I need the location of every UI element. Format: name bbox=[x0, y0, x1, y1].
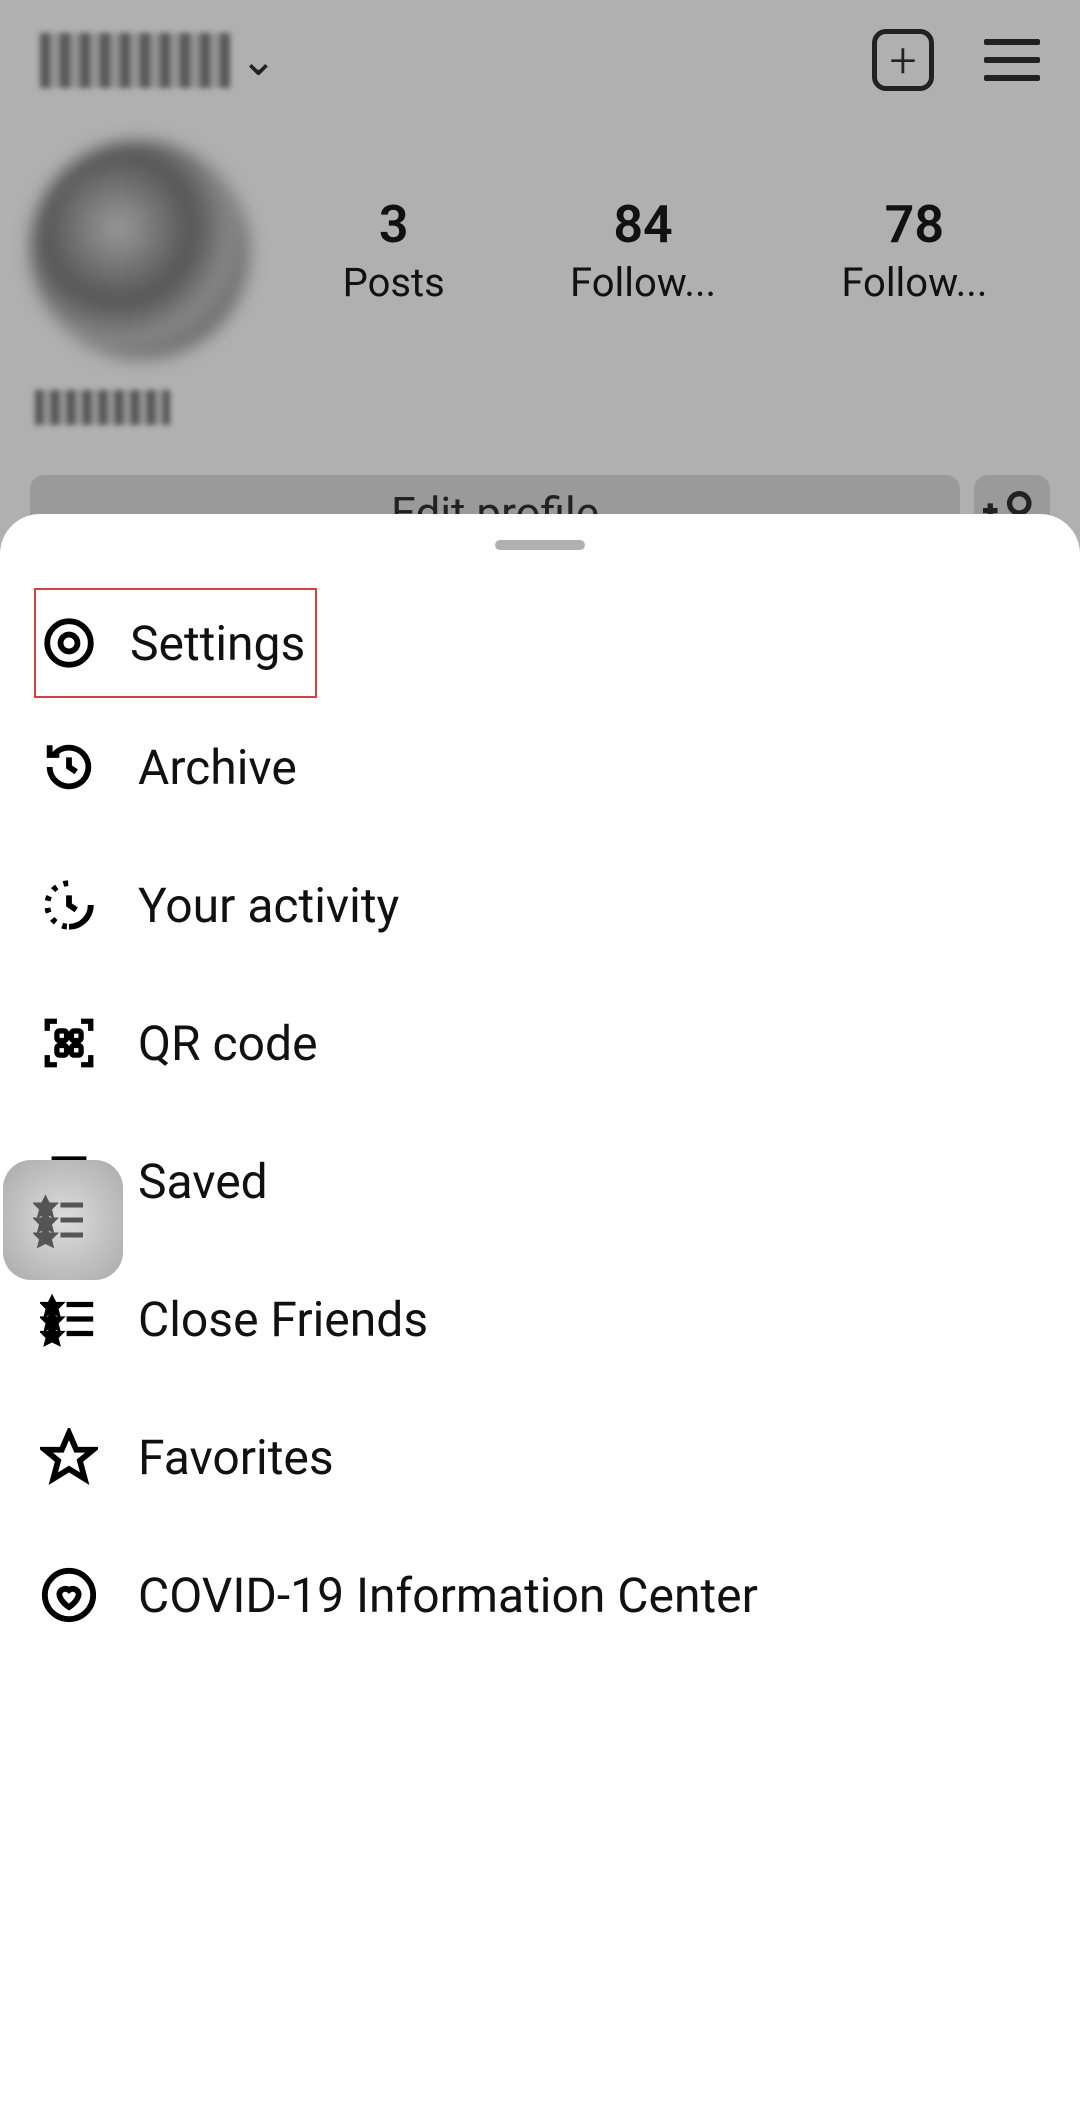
profile-header: ⌄ + bbox=[0, 0, 1080, 120]
overlay-widget[interactable] bbox=[3, 1160, 123, 1280]
stat-number: 3 bbox=[343, 194, 445, 255]
menu-item-archive[interactable]: Archive bbox=[0, 698, 1080, 836]
create-button[interactable]: + bbox=[872, 29, 934, 91]
menu-list: Settings Archive Your activity bbox=[0, 570, 1080, 1664]
menu-item-your-activity[interactable]: Your activity bbox=[0, 836, 1080, 974]
menu-label: Favorites bbox=[138, 1429, 334, 1486]
menu-item-settings[interactable]: Settings bbox=[34, 588, 317, 698]
stat-posts[interactable]: 3 Posts bbox=[343, 194, 445, 306]
starlist-icon bbox=[40, 1290, 98, 1348]
chevron-down-icon: ⌄ bbox=[240, 34, 277, 86]
heart-circle-icon bbox=[40, 1566, 98, 1624]
menu-item-qr-code[interactable]: QR code bbox=[0, 974, 1080, 1112]
menu-button[interactable] bbox=[984, 39, 1040, 81]
plus-icon: + bbox=[889, 32, 916, 89]
starlist-icon bbox=[33, 1190, 93, 1250]
menu-label: Close Friends bbox=[138, 1291, 428, 1348]
stat-label: Follow... bbox=[841, 259, 987, 306]
menu-label: Archive bbox=[138, 739, 297, 796]
bottom-sheet-menu: Settings Archive Your activity bbox=[0, 514, 1080, 2114]
avatar[interactable] bbox=[30, 140, 250, 360]
menu-label: Settings bbox=[130, 615, 305, 672]
menu-label: COVID-19 Information Center bbox=[138, 1567, 758, 1624]
menu-label: Saved bbox=[138, 1153, 268, 1210]
stat-number: 78 bbox=[841, 194, 987, 255]
stat-number: 84 bbox=[570, 194, 716, 255]
display-name-blurred bbox=[35, 390, 170, 425]
menu-item-favorites[interactable]: Favorites bbox=[0, 1388, 1080, 1526]
menu-label: Your activity bbox=[138, 877, 399, 934]
menu-item-covid-info[interactable]: COVID-19 Information Center bbox=[0, 1526, 1080, 1664]
drag-handle[interactable] bbox=[495, 540, 585, 550]
menu-item-saved[interactable]: Saved bbox=[0, 1112, 1080, 1250]
stat-label: Posts bbox=[343, 259, 445, 306]
history-icon bbox=[40, 738, 98, 796]
stat-label: Follow... bbox=[570, 259, 716, 306]
stat-followers[interactable]: 84 Follow... bbox=[570, 194, 716, 306]
qr-icon bbox=[40, 1014, 98, 1072]
star-icon bbox=[40, 1428, 98, 1486]
clock-icon bbox=[40, 876, 98, 934]
header-actions: + bbox=[872, 29, 1040, 91]
stat-following[interactable]: 78 Follow... bbox=[841, 194, 987, 306]
username-switcher[interactable]: ⌄ bbox=[40, 33, 277, 88]
menu-label: QR code bbox=[138, 1015, 318, 1072]
profile-section: 3 Posts 84 Follow... 78 Follow... bbox=[0, 120, 1080, 380]
menu-item-close-friends[interactable]: Close Friends bbox=[0, 1250, 1080, 1388]
profile-stats: 3 Posts 84 Follow... 78 Follow... bbox=[280, 194, 1050, 306]
gear-icon bbox=[40, 614, 98, 672]
username-blurred bbox=[40, 33, 230, 88]
